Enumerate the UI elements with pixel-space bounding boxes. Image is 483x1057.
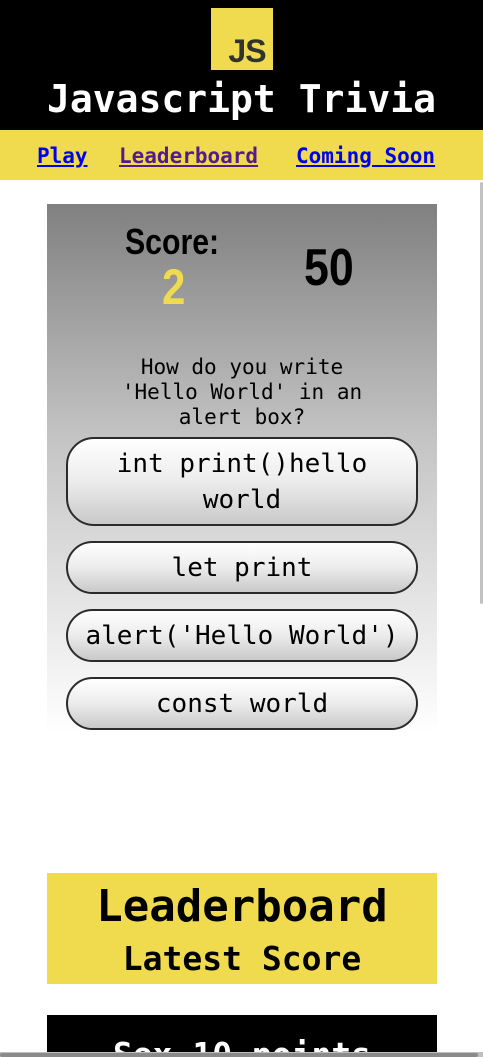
answer-button-3[interactable]: alert('Hello World') <box>66 609 418 662</box>
horizontal-scrollbar-thumb[interactable] <box>0 1053 478 1057</box>
leaderboard-entry: Sex 10 points <box>47 1015 437 1057</box>
leaderboard-subtitle: Latest Score <box>122 939 362 978</box>
game-panel: Score: 2 50 How do you write 'Hello Worl… <box>47 204 437 734</box>
answer-label: int print()hello world <box>116 448 368 515</box>
page-title: Javascript Trivia <box>47 77 436 121</box>
answer-button-1[interactable]: int print()hello world <box>66 437 418 526</box>
nav-link-play[interactable]: Play <box>37 143 88 169</box>
score-label: Score: <box>125 221 220 262</box>
leaderboard-header: Leaderboard Latest Score <box>47 873 437 984</box>
answer-label: const world <box>155 688 329 719</box>
answer-label: let print <box>171 552 313 583</box>
answer-label: alert('Hello World') <box>85 620 399 651</box>
score-value: 2 <box>162 259 186 315</box>
answer-button-4[interactable]: const world <box>66 677 418 730</box>
nav-bar: Play Leaderboard Coming Soon <box>0 130 483 180</box>
question-text: How do you write 'Hello World' in an ale… <box>121 355 363 429</box>
timer-value: 50 <box>304 239 354 297</box>
js-logo-text: JS <box>228 33 266 69</box>
js-logo: JS <box>211 8 273 70</box>
leaderboard-title: Leaderboard <box>96 881 388 932</box>
nav-link-leaderboard[interactable]: Leaderboard <box>119 143 258 169</box>
site-header: JS Javascript Trivia <box>0 0 483 130</box>
nav-link-coming-soon[interactable]: Coming Soon <box>296 143 435 169</box>
answer-button-2[interactable]: let print <box>66 541 418 594</box>
